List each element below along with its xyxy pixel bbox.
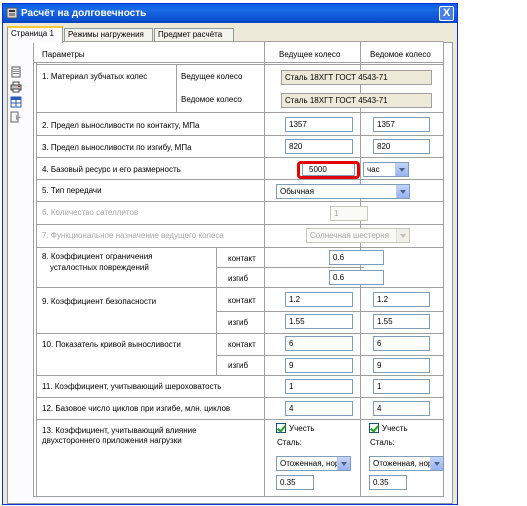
row1-sub-driven: Ведомое колесо: [181, 95, 242, 104]
row11-label: 11. Коэффициент, учитывающий шероховатос…: [42, 382, 222, 391]
chevron-down-icon[interactable]: [430, 457, 443, 470]
damage-limit-bend-input[interactable]: 0.6: [329, 270, 384, 285]
safety-bend-driven-input[interactable]: 1.55: [373, 314, 430, 329]
damage-limit-contact-input[interactable]: 0.6: [329, 250, 384, 265]
steel-drive-value: Отоженная, нор: [280, 459, 340, 468]
title-bar[interactable]: Расчёт на долговечность X: [3, 4, 457, 23]
tab-subject[interactable]: Предмет расчёта: [154, 28, 234, 42]
tab-load-modes[interactable]: Режимы нагружения: [64, 28, 153, 42]
safety-contact-drive-input[interactable]: 1.2: [285, 292, 353, 307]
row6-label: 6. Количество сателлитов: [42, 208, 139, 217]
row13-label-line2: двухстороннего приложения нагрузки: [42, 436, 182, 445]
roughness-drive-input[interactable]: 1: [285, 379, 353, 394]
row1-sub-drive: Ведущее колесо: [181, 72, 243, 81]
row9-sub-contact: контакт: [228, 296, 256, 305]
highlight-annotation: [297, 161, 360, 179]
cycles-driven-input[interactable]: 4: [373, 401, 430, 416]
cycles-drive-input[interactable]: 4: [285, 401, 353, 416]
account-driven-label: Учесть: [382, 424, 408, 433]
account-driven-checkbox[interactable]: [369, 423, 379, 433]
chevron-down-icon[interactable]: [337, 457, 350, 470]
curve-bend-driven-input[interactable]: 9: [373, 358, 430, 373]
drive-purpose-value: Солнечная шестерня: [310, 231, 389, 240]
row1-label: 1. Материал зубчатых колес: [42, 72, 148, 81]
roughness-driven-input[interactable]: 1: [373, 379, 430, 394]
row10-sub-contact: контакт: [228, 340, 256, 349]
material-drive-field: Сталь 18ХГТ ГОСТ 4543-71: [281, 70, 432, 85]
chevron-down-icon: [396, 229, 409, 242]
row13-label-line1: 13. Коэффициент, учитывающий влияние: [42, 426, 197, 435]
chevron-down-icon[interactable]: [395, 163, 408, 176]
contact-limit-drive-input[interactable]: 1357: [285, 117, 353, 132]
document-icon[interactable]: [10, 66, 22, 78]
load-coef-driven-input[interactable]: 0.35: [369, 475, 407, 490]
row9-sub-bend: изгиб: [228, 318, 249, 327]
window-title: Расчёт на долговечность: [21, 8, 147, 19]
satellites-count-input: 1: [330, 206, 368, 221]
row7-label: 7. Функциональное назначение ведущего ко…: [42, 231, 224, 240]
app-icon: [6, 7, 18, 19]
steel-driven-select[interactable]: Отоженная, нор: [369, 456, 444, 471]
steel-drive-label: Сталь:: [277, 438, 302, 447]
export-icon[interactable]: [10, 111, 22, 123]
material-driven-field: Сталь 18ХГТ ГОСТ 4543-71: [281, 93, 432, 108]
row9-label: 9. Коэффициент безопасности: [42, 297, 157, 306]
transmission-type-select[interactable]: Обычная: [276, 184, 410, 199]
chevron-down-icon[interactable]: [396, 185, 409, 198]
curve-bend-drive-input[interactable]: 9: [285, 358, 353, 373]
drive-purpose-select: Солнечная шестерня: [306, 228, 410, 243]
row8-sub-bend: изгиб: [228, 274, 249, 283]
account-drive-label: Учесть: [289, 424, 315, 433]
print-icon[interactable]: [10, 81, 22, 93]
bend-limit-drive-input[interactable]: 820: [285, 139, 353, 154]
header-driven-wheel: Ведомое колесо: [370, 50, 431, 59]
row5-label: 5. Тип передачи: [42, 186, 102, 195]
row10-sub-bend: изгиб: [228, 361, 249, 370]
tab-page-1[interactable]: Страница 1: [7, 26, 63, 43]
resource-unit-value: час: [367, 165, 380, 174]
row12-label: 12. Базовое число циклов при изгибе, млн…: [42, 404, 231, 413]
resource-unit-select[interactable]: час: [363, 162, 409, 177]
curve-contact-drive-input[interactable]: 6: [285, 336, 353, 351]
transmission-type-value: Обычная: [280, 187, 314, 196]
row8-sub-contact: контакт: [228, 254, 256, 263]
row8-label-line2: усталостных повреждений: [50, 263, 149, 272]
bend-limit-driven-input[interactable]: 820: [373, 139, 430, 154]
row8-label-line1: 8. Коэффициент ограничения: [42, 252, 153, 261]
steel-driven-value: Отоженная, нор: [373, 459, 433, 468]
load-coef-drive-input[interactable]: 0.35: [276, 475, 314, 490]
row4-label: 4. Базовый ресурс и его размерность: [42, 165, 181, 174]
row3-label: 3. Предел выносливости по изгибу, МПа: [42, 143, 192, 152]
steel-driven-label: Сталь:: [370, 438, 395, 447]
steel-drive-select[interactable]: Отоженная, нор: [276, 456, 351, 471]
table-icon[interactable]: [10, 96, 22, 108]
contact-limit-driven-input[interactable]: 1357: [373, 117, 430, 132]
account-drive-checkbox[interactable]: [276, 423, 286, 433]
safety-contact-driven-input[interactable]: 1.2: [373, 292, 430, 307]
row10-label: 10. Показатель кривой выносливости: [42, 340, 181, 349]
header-parameters: Параметры: [42, 50, 85, 59]
header-drive-wheel: Ведущее колесо: [279, 50, 341, 59]
row2-label: 2. Предел выносливости по контакту, МПа: [42, 121, 200, 130]
close-icon[interactable]: X: [439, 6, 454, 21]
safety-bend-drive-input[interactable]: 1.55: [285, 314, 353, 329]
curve-contact-driven-input[interactable]: 6: [373, 336, 430, 351]
